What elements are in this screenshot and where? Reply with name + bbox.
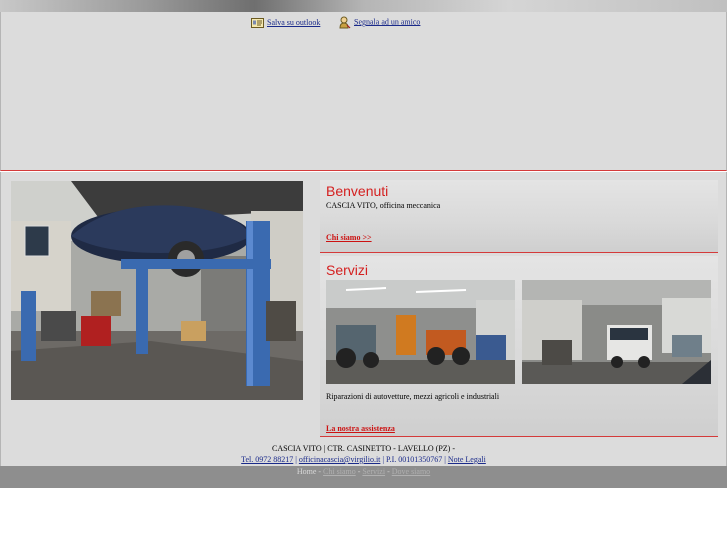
footer-nav: Home - Chi siamo - Servizi - Dove siamo (0, 466, 727, 488)
services-panel: Servizi Riparazioni di autovetture, mezz… (320, 256, 718, 436)
separator: - (385, 467, 392, 476)
phone-link[interactable]: Tel. 0972 88217 (241, 455, 293, 464)
nav-about[interactable]: Chi siamo (323, 467, 356, 476)
divider (320, 252, 718, 253)
tell-friend-link[interactable]: Segnala ad un amico (339, 16, 420, 29)
save-outlook-link[interactable]: Salva su outlook (251, 18, 321, 29)
tractors-photo (326, 280, 515, 384)
save-outlook-label: Salva su outlook (267, 18, 321, 27)
about-us-link[interactable]: Chi siamo >> (326, 233, 372, 242)
garage-cars-photo (522, 280, 711, 384)
nav-where[interactable]: Dove siamo (392, 467, 430, 476)
top-decor-strip (0, 0, 727, 12)
services-text: Riparazioni di autovetture, mezzi agrico… (326, 392, 500, 401)
welcome-text: CASCIA VITO, officina meccanica (326, 201, 441, 210)
our-assistance-link[interactable]: La nostra assistenza (326, 424, 395, 433)
person-icon (339, 16, 351, 29)
nav-services[interactable]: Servizi (362, 467, 385, 476)
footer-info: CASCIA VITO | CTR. CASINETTO - LAVELLO (… (0, 443, 727, 467)
services-title: Servizi (326, 262, 369, 278)
email-link[interactable]: officinacascia@virgilio.it (299, 455, 381, 464)
tell-friend-label: Segnala ad un amico (354, 17, 421, 27)
welcome-title: Benvenuti (326, 183, 389, 199)
nav-home[interactable]: Home (297, 467, 317, 476)
divider (320, 436, 718, 437)
workshop-car-lift-photo (11, 181, 303, 400)
welcome-panel: Benvenuti CASCIA VITO, officina meccanic… (320, 180, 718, 252)
legal-notes-link[interactable]: Note Legali (448, 455, 486, 464)
outlook-card-icon (251, 18, 264, 29)
main-content: Benvenuti CASCIA VITO, officina meccanic… (0, 172, 727, 443)
footer-address: CASCIA VITO | CTR. CASINETTO - LAVELLO (… (271, 444, 455, 453)
vat-number: P.I. 00101350767 (386, 455, 443, 464)
header: Salva su outlook Segnala ad un amico (0, 12, 727, 171)
footer-contacts: Tel. 0972 88217 | officinacascia@virgili… (1, 454, 726, 465)
